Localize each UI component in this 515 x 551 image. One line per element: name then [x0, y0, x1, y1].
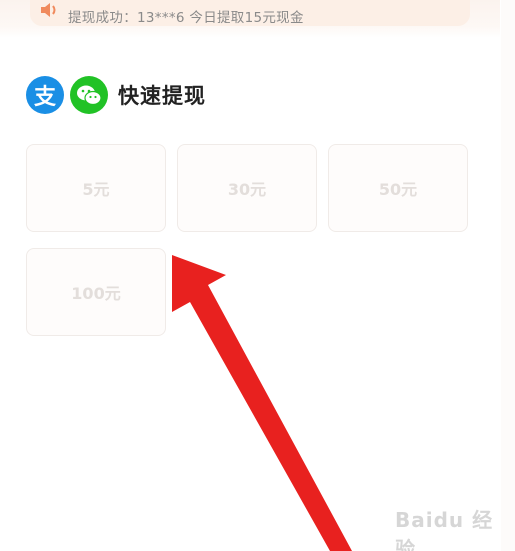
- wechat-icon: [70, 76, 108, 114]
- wechat-bubbles-icon: [77, 85, 102, 106]
- amount-option-30[interactable]: 30元: [177, 144, 317, 232]
- alipay-glyph: 支: [33, 85, 56, 110]
- amount-label: 100元: [71, 284, 121, 303]
- amount-option-50[interactable]: 50元: [328, 144, 468, 232]
- section-title: 快速提现: [118, 84, 206, 108]
- withdraw-header: 支 快速提现: [26, 76, 206, 114]
- alipay-icon: 支: [26, 76, 64, 114]
- amount-label: 5元: [82, 180, 110, 199]
- amount-option-5[interactable]: 5元: [26, 144, 166, 232]
- amount-option-100[interactable]: 100元: [26, 248, 166, 336]
- watermark: Baidu 经验: [395, 508, 494, 551]
- amount-label: 30元: [227, 180, 267, 199]
- right-strip: [501, 0, 515, 551]
- amount-label: 50元: [378, 180, 418, 199]
- page: 提现成功：13***6 今日提取15元现金 支 快速提现 5元 30元 50元 …: [0, 0, 515, 551]
- notice-bar: 提现成功：13***6 今日提取15元现金: [30, 0, 470, 26]
- speaker-icon: [41, 3, 56, 17]
- notice-text: 提现成功：13***6 今日提取15元现金: [68, 10, 304, 26]
